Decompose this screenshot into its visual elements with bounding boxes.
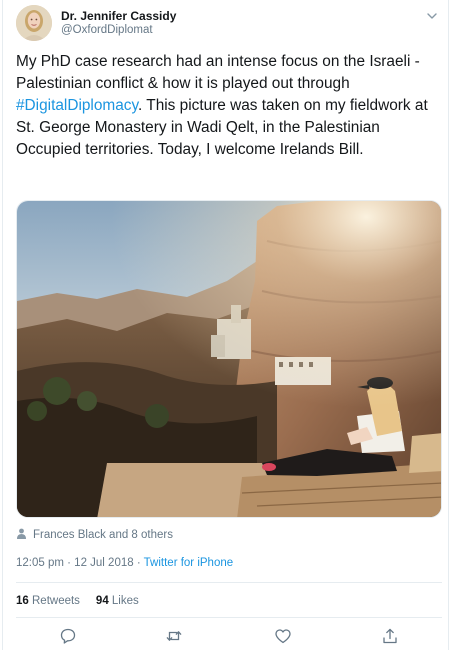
chevron-down-icon[interactable] (425, 9, 439, 23)
tweet-meta: 12:05 pm · 12 Jul 2018 · Twitter for iPh… (16, 557, 233, 569)
author-handle[interactable]: @OxfordDiplomat (61, 24, 153, 36)
likes-count: 94 (95, 595, 109, 607)
source-link[interactable]: Twitter for iPhone (144, 557, 233, 569)
retweets-label: Retweets (28, 595, 80, 607)
action-bar (3, 625, 450, 647)
divider (16, 617, 442, 618)
tweet-photo[interactable] (16, 200, 442, 518)
avatar[interactable] (16, 5, 52, 41)
author-name[interactable]: Dr. Jennifer Cassidy (61, 9, 176, 23)
tweet-text-before: My PhD case research had an intense focu… (16, 53, 420, 92)
share-icon[interactable] (381, 627, 399, 645)
retweets-count: 16 (16, 595, 29, 607)
timestamp[interactable]: 12:05 pm · 12 Jul 2018 · (16, 557, 144, 569)
liked-by-text[interactable]: Frances Black and 8 others (33, 529, 173, 541)
reply-icon[interactable] (59, 627, 77, 645)
retweets-stat[interactable]: 16 Retweets (16, 595, 80, 607)
tweet-stats: 16 Retweets 94 Likes (16, 595, 139, 607)
tweet-text: My PhD case research had an intense focu… (16, 51, 436, 161)
person-icon (16, 528, 27, 542)
liked-by-row[interactable]: Frances Black and 8 others (16, 528, 173, 542)
retweet-icon[interactable] (165, 627, 183, 645)
likes-stat[interactable]: 94 Likes (96, 595, 139, 607)
likes-label: Likes (108, 595, 139, 607)
hashtag-link[interactable]: #DigitalDiplomacy (16, 97, 138, 114)
divider (16, 582, 442, 583)
tweet-card: Dr. Jennifer Cassidy @OxfordDiplomat My … (2, 0, 449, 650)
heart-icon[interactable] (274, 627, 292, 645)
